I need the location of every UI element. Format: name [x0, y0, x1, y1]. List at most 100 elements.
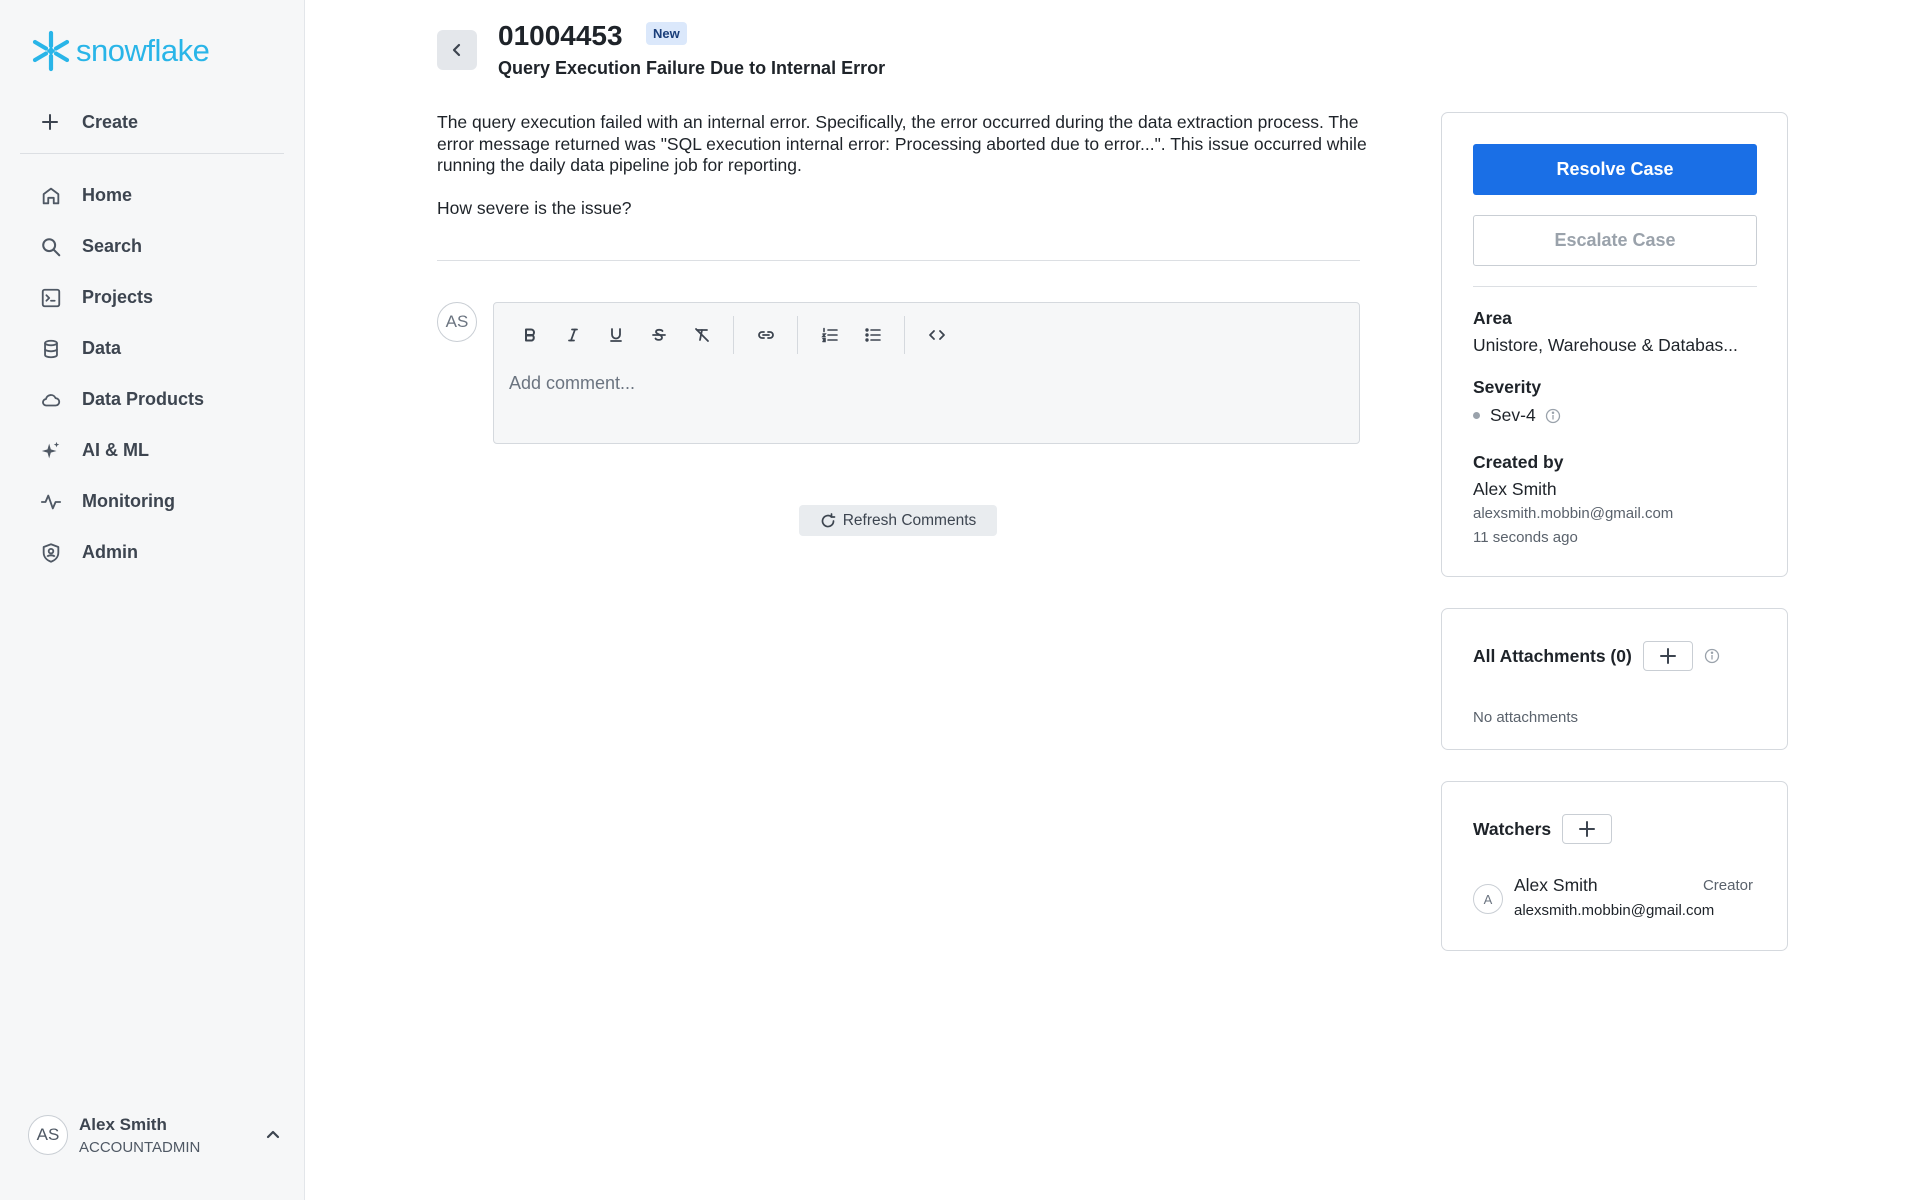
area-value: Unistore, Warehouse & Databas...: [1473, 335, 1738, 355]
clear-format-icon: [694, 328, 709, 342]
avatar: AS: [437, 302, 477, 342]
sidebar-item-home[interactable]: Home: [0, 170, 305, 221]
avatar: AS: [28, 1115, 68, 1155]
underline-button[interactable]: [594, 318, 637, 352]
sidebar-item-label: Admin: [82, 542, 138, 562]
attachments-panel: All Attachments (0) No attachments: [1441, 608, 1788, 750]
create-label: Create: [82, 111, 139, 132]
area-label: Area: [1473, 308, 1512, 328]
sidebar: snowflake Create Home Search Projects Da…: [0, 0, 305, 1200]
sidebar-item-label: Data Products: [82, 389, 205, 409]
severity-value: Sev-4: [1490, 405, 1536, 425]
sidebar-divider: [20, 153, 284, 154]
snowflake-logo-icon: [32, 30, 70, 72]
bullet-list-icon: [864, 328, 881, 342]
ordered-list-icon: [820, 327, 838, 343]
watcher-email: alexsmith.mobbin@gmail.com: [1514, 902, 1715, 919]
sidebar-item-ai-ml[interactable]: AI & ML: [0, 425, 305, 476]
sidebar-item-data-products[interactable]: Data Products: [0, 374, 305, 425]
toolbar-separator: [797, 316, 798, 354]
sidebar-item-label: Search: [82, 236, 143, 256]
content-divider: [437, 260, 1360, 261]
sidebar-item-label: Monitoring: [82, 491, 175, 511]
case-description: The query execution failed with an inter…: [437, 112, 1367, 175]
add-attachment-button[interactable]: [1642, 641, 1693, 671]
info-icon[interactable]: [1704, 648, 1720, 664]
severity-row: Sev-4: [1473, 405, 1561, 426]
user-name: Alex Smith: [79, 1114, 167, 1134]
created-by-label: Created by: [1473, 452, 1564, 472]
watcher-role: Creator: [1702, 877, 1753, 894]
sidebar-item-admin[interactable]: Admin: [0, 527, 305, 578]
create-button[interactable]: Create: [40, 108, 138, 136]
escalate-case-button[interactable]: Escalate Case: [1473, 215, 1757, 266]
terminal-icon: [41, 288, 61, 307]
bold-icon: [524, 328, 535, 342]
attachments-header: All Attachments (0): [1473, 641, 1720, 671]
toolbar-separator: [733, 316, 734, 354]
refresh-comments-button[interactable]: Refresh Comments: [799, 505, 997, 536]
comment-input[interactable]: [509, 373, 1309, 394]
user-menu[interactable]: AS Alex Smith ACCOUNTADMIN: [28, 1112, 283, 1158]
shield-icon: [42, 542, 60, 563]
empty-attachments-text: No attachments: [1473, 709, 1579, 726]
watcher-name: Alex Smith: [1514, 875, 1598, 895]
refresh-icon: [821, 512, 836, 527]
italic-icon: [567, 328, 578, 342]
back-button[interactable]: [437, 30, 477, 70]
created-by-email: alexsmith.mobbin@gmail.com: [1473, 505, 1674, 522]
page-title: Query Execution Failure Due to Internal …: [498, 58, 886, 78]
plus-icon: [42, 114, 58, 130]
watcher-item: A Alex Smith Creator alexsmith.mobbin@gm…: [1473, 875, 1757, 925]
plus-icon: [1659, 648, 1676, 664]
watchers-title: Watchers: [1473, 818, 1552, 839]
case-number: 01004453: [498, 20, 623, 51]
info-icon[interactable]: [1545, 408, 1561, 424]
clear-format-button[interactable]: [680, 318, 723, 352]
watchers-panel: Watchers A Alex Smith Creator alexsmith.…: [1441, 781, 1788, 951]
editor-toolbar: [508, 313, 958, 357]
severity-dot: [1473, 412, 1480, 419]
sparkle-icon: [41, 441, 60, 458]
bold-button[interactable]: [508, 318, 551, 352]
sidebar-item-projects[interactable]: Projects: [0, 272, 305, 323]
home-icon: [42, 187, 60, 204]
avatar: A: [1473, 884, 1503, 914]
code-button[interactable]: [915, 318, 958, 352]
case-details-panel: Resolve Case Escalate Case Area Unistore…: [1441, 112, 1788, 577]
resolve-case-button[interactable]: Resolve Case: [1473, 144, 1757, 195]
italic-button[interactable]: [551, 318, 594, 352]
severity-label: Severity: [1473, 377, 1542, 397]
sidebar-item-label: Projects: [82, 287, 154, 307]
add-watcher-button[interactable]: [1562, 814, 1613, 844]
user-role: ACCOUNTADMIN: [79, 1138, 201, 1156]
sidebar-nav: Home Search Projects Data Data Products …: [0, 170, 305, 578]
case-question: How severe is the issue?: [437, 198, 632, 218]
chevron-up-icon[interactable]: [263, 1124, 283, 1144]
search-icon: [42, 237, 61, 256]
sidebar-item-search[interactable]: Search: [0, 221, 305, 272]
created-by-name: Alex Smith: [1473, 479, 1557, 499]
sidebar-item-label: AI & ML: [82, 440, 149, 460]
chevron-left-icon: [452, 43, 461, 57]
strikethrough-button[interactable]: [637, 318, 680, 352]
sidebar-item-label: Data: [82, 338, 122, 358]
ordered-list-button[interactable]: [808, 318, 851, 352]
sidebar-item-data[interactable]: Data: [0, 323, 305, 374]
link-icon: [757, 331, 774, 339]
status-badge: New: [646, 22, 687, 45]
bullet-list-button[interactable]: [851, 318, 894, 352]
created-time: 11 seconds ago: [1473, 529, 1578, 546]
plus-icon: [1579, 821, 1596, 837]
database-icon: [44, 339, 58, 358]
refresh-comments-label: Refresh Comments: [842, 511, 977, 529]
panel-divider: [1473, 286, 1757, 287]
toolbar-separator: [904, 316, 905, 354]
snowflake-logo[interactable]: snowflake: [30, 30, 210, 72]
sidebar-item-monitoring[interactable]: Monitoring: [0, 476, 305, 527]
cloud-icon: [42, 393, 61, 406]
comment-editor[interactable]: [493, 302, 1360, 444]
brand-name: snowflake: [76, 33, 210, 68]
strikethrough-icon: [651, 328, 666, 341]
link-button[interactable]: [744, 318, 787, 352]
